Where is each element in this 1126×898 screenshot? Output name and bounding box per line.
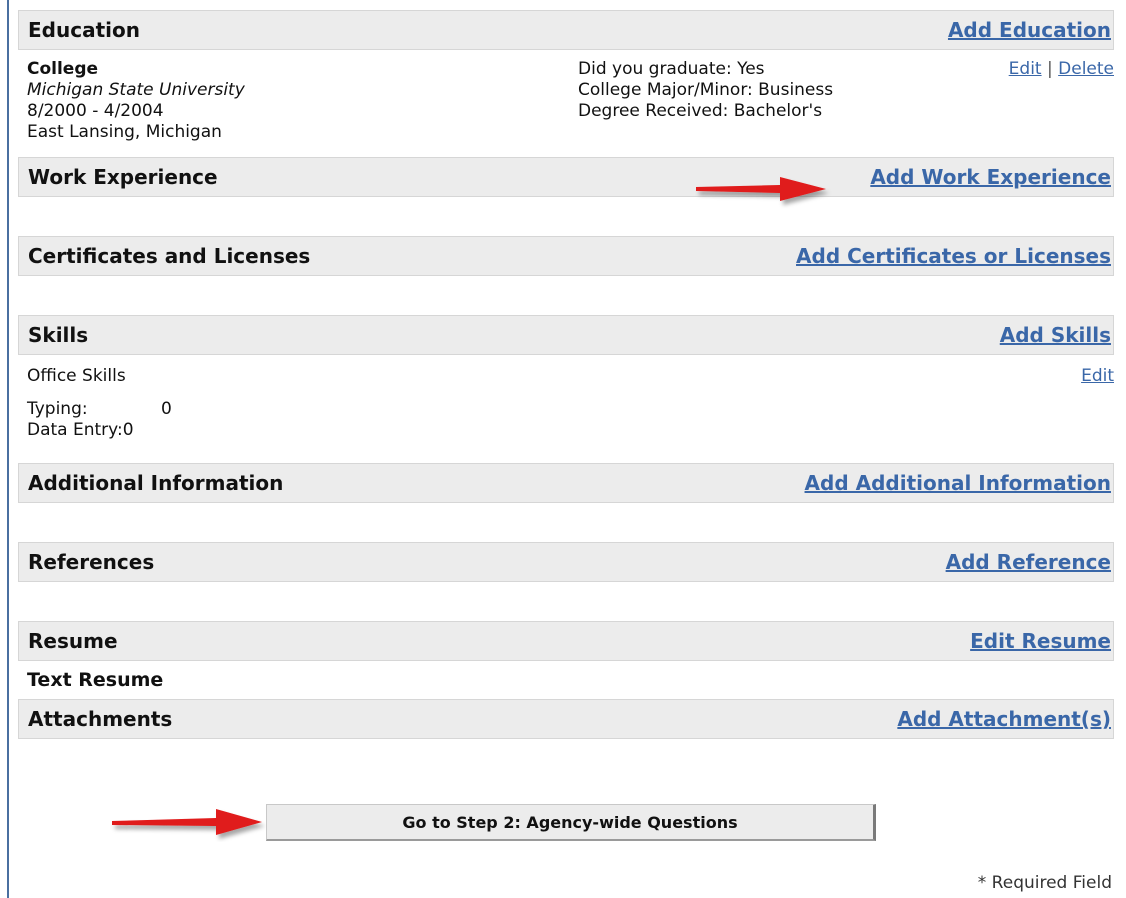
add-work-experience-link[interactable]: Add Work Experience — [870, 165, 1111, 189]
education-details: College Michigan State University 8/2000… — [27, 59, 245, 143]
additional-info-header: Additional Information Add Additional In… — [18, 463, 1114, 503]
edit-education-link[interactable]: Edit — [1009, 59, 1042, 79]
resume-builder: Education Add Education College Michigan… — [18, 10, 1114, 739]
certificates-title: Certificates and Licenses — [28, 244, 311, 268]
additional-info-body — [18, 503, 1114, 542]
red-arrow-icon — [696, 177, 826, 201]
skill-value: 0 — [122, 420, 134, 440]
attachments-header: Attachments Add Attachment(s) — [18, 699, 1114, 739]
work-experience-header: Work Experience Add Work Experience — [18, 157, 1114, 197]
education-header: Education Add Education — [18, 10, 1114, 50]
education-entry: College Michigan State University 8/2000… — [18, 50, 1114, 157]
degree-text: Degree Received: Bachelor's — [578, 101, 823, 121]
certificates-body — [18, 276, 1114, 315]
add-skills-link[interactable]: Add Skills — [1000, 323, 1111, 347]
school-name: Michigan State University — [27, 80, 245, 100]
education-degree-info: Did you graduate: Yes College Major/Mino… — [578, 59, 833, 122]
skills-header: Skills Add Skills — [18, 315, 1114, 355]
certificates-header: Certificates and Licenses Add Certificat… — [18, 236, 1114, 276]
graduated-text: Did you graduate: Yes — [578, 59, 765, 79]
resume-title: Resume — [28, 629, 118, 653]
education-level: College — [27, 59, 99, 79]
additional-info-title: Additional Information — [28, 471, 284, 495]
attachments-title: Attachments — [28, 707, 173, 731]
work-experience-body — [18, 197, 1114, 236]
add-certificates-link[interactable]: Add Certificates or Licenses — [796, 244, 1111, 268]
edit-resume-link[interactable]: Edit Resume — [970, 629, 1111, 653]
skill-category: Office Skills — [27, 366, 126, 386]
add-additional-info-link[interactable]: Add Additional Information — [805, 471, 1111, 495]
delete-education-link[interactable]: Delete — [1058, 59, 1114, 79]
skill-label: Data Entry: — [27, 420, 123, 440]
required-field-note: * Required Field — [977, 873, 1112, 893]
major-text: College Major/Minor: Business — [578, 80, 834, 100]
skill-label: Typing: — [27, 399, 88, 419]
references-body — [18, 582, 1114, 621]
red-arrow-icon — [112, 809, 262, 835]
education-title: Education — [28, 18, 140, 42]
add-reference-link[interactable]: Add Reference — [946, 550, 1111, 574]
edit-skills-link[interactable]: Edit — [1081, 366, 1114, 387]
references-header: References Add Reference — [18, 542, 1114, 582]
text-resume-label: Text Resume — [27, 669, 164, 691]
attendance-dates: 8/2000 - 4/2004 — [27, 101, 164, 121]
add-education-link[interactable]: Add Education — [948, 18, 1111, 42]
education-actions: Edit | Delete — [1009, 59, 1114, 80]
skill-row-typing: Typing: 0 — [27, 399, 172, 420]
add-attachments-link[interactable]: Add Attachment(s) — [897, 707, 1111, 731]
resume-header: Resume Edit Resume — [18, 621, 1114, 661]
go-to-step-2-button[interactable]: Go to Step 2: Agency-wide Questions — [266, 804, 876, 841]
school-location: East Lansing, Michigan — [27, 122, 222, 142]
work-experience-title: Work Experience — [28, 165, 218, 189]
skills-entry: Office Skills Edit Typing: 0 Data Entry:… — [18, 355, 1114, 463]
skill-row-data-entry: Data Entry:0 — [27, 420, 134, 441]
action-separator: | — [1047, 59, 1053, 79]
left-border — [7, 0, 9, 898]
references-title: References — [28, 550, 155, 574]
skills-title: Skills — [28, 323, 89, 347]
skill-value: 0 — [161, 399, 172, 419]
